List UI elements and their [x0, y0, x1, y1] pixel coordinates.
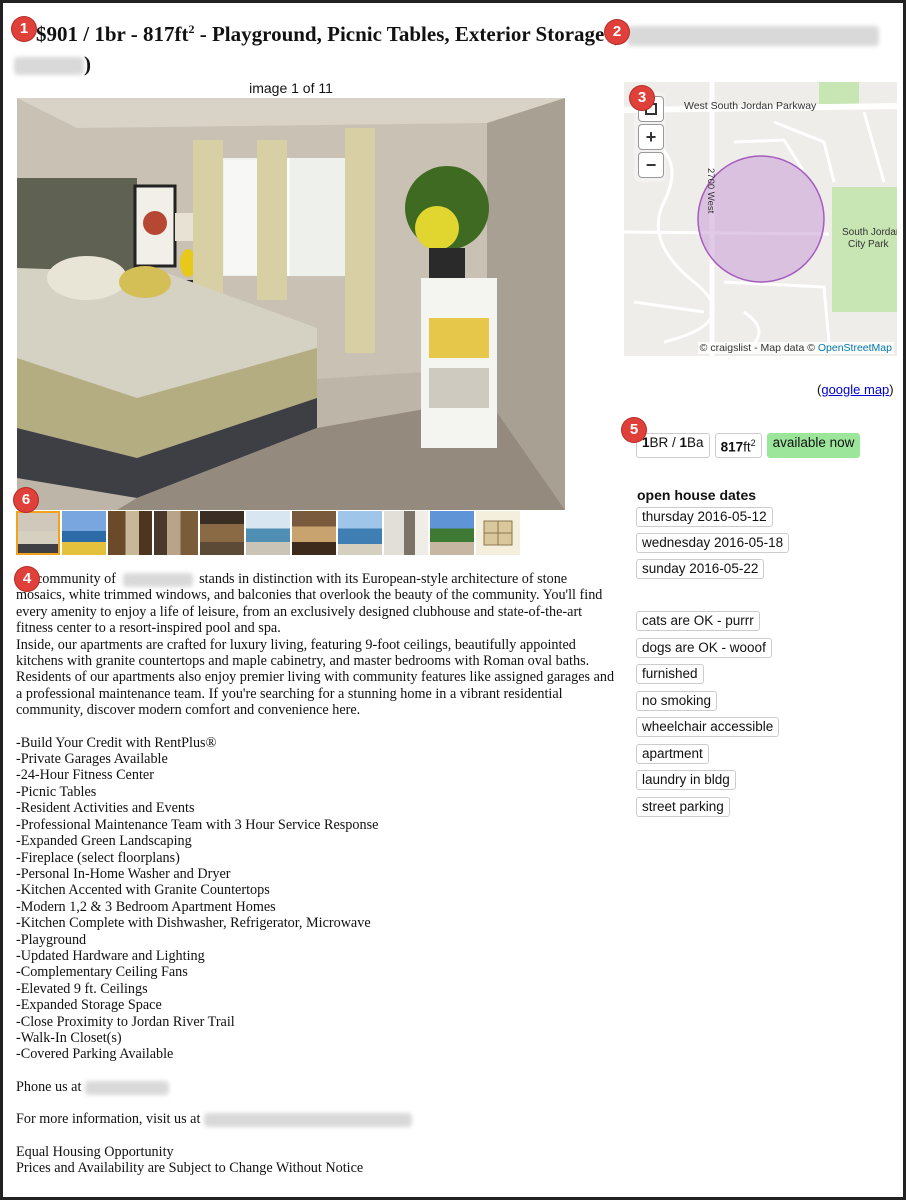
map-road-label: West South Jordan Parkway — [684, 100, 817, 112]
feature-item: -Expanded Green Landscaping — [16, 833, 192, 850]
zoom-in-button[interactable]: + — [638, 124, 664, 150]
thumbnail[interactable] — [246, 511, 290, 555]
thumbnail[interactable] — [108, 511, 152, 555]
title-text: Playground, Picnic Tables, Exterior Stor… — [211, 22, 605, 46]
posting-title: $901 / 1br - 817ft2 - Playground, Picnic… — [14, 14, 886, 79]
paren-close: ) — [889, 382, 894, 397]
map-attribution: © craigslist - Map data © OpenStreetMap — [697, 342, 894, 354]
title-size: 817ft — [142, 22, 189, 46]
feature-item: -Picnic Tables — [16, 783, 97, 800]
thumbnail-strip — [16, 511, 520, 556]
disclaimer: Prices and Availability are Subject to C… — [16, 1160, 364, 1176]
thumbnail[interactable] — [16, 511, 60, 555]
thumbnail[interactable] — [430, 511, 474, 555]
map-park-label-1: South Jordan — [842, 227, 897, 238]
redacted-location — [626, 26, 879, 47]
amenity-tag: no smoking — [636, 690, 718, 711]
feature-item: -Walk-In Closet(s) — [16, 1029, 122, 1046]
annotation-marker-6: 6 — [14, 488, 38, 512]
open-house-list: thursday 2016-05-12 wednesday 2016-05-18… — [636, 507, 790, 585]
amenity-tag: dogs are OK - wooof — [636, 637, 772, 658]
feature-item: -Build Your Credit with RentPlus® — [16, 734, 217, 751]
amenity-tag: cats are OK - purrr — [636, 611, 760, 631]
feature-item: -Fireplace (select floorplans) — [16, 849, 180, 866]
annotation-marker-1: 1 — [12, 17, 36, 41]
feature-item: -Close Proximity to Jordan River Trail — [16, 1013, 235, 1030]
description-paragraph: community of stands in distinction with … — [16, 571, 616, 637]
thumbnail[interactable] — [154, 511, 198, 555]
feature-item: -Kitchen Complete with Dishwasher, Refri… — [16, 915, 371, 932]
ba-count: 1 — [679, 435, 688, 450]
annotation-marker-4: 4 — [15, 567, 39, 591]
map-attribution-text: © craigslist - Map data © — [699, 342, 815, 354]
equal-housing: Equal Housing Opportunity — [16, 1143, 174, 1160]
sqft-value: 817 — [720, 439, 744, 455]
feature-item: -Playground — [16, 931, 87, 948]
feature-item: -Modern 1,2 & 3 Bedroom Apartment Homes — [16, 898, 276, 915]
description-paragraph-2: Inside, our apartments are crafted for l… — [16, 636, 615, 719]
more-info-line: For more information, visit us at — [16, 1111, 616, 1127]
amenity-tag: laundry in bldg — [636, 770, 736, 790]
map[interactable]: West South Jordan Parkway 2700 West Sout… — [624, 82, 897, 356]
redacted-location-cont — [14, 57, 84, 76]
amenity-list: cats are OK - purrr dogs are OK - wooof … — [636, 611, 780, 823]
posting-body: community of stands in distinction with … — [16, 571, 616, 1176]
desc-start: community of — [36, 571, 116, 587]
redacted-phone — [84, 1080, 169, 1095]
open-house-date: wednesday 2016-05-18 — [636, 533, 790, 553]
open-house-heading: open house dates — [637, 487, 757, 503]
image-counter: image 1 of 11 — [249, 80, 333, 96]
annotation-marker-2: 2 — [605, 20, 629, 44]
google-map-container: (google map) — [817, 382, 894, 397]
title-bedrooms: 1br — [94, 22, 126, 46]
amenity-tag: apartment — [636, 743, 709, 764]
feature-item: -Personal In-Home Washer and Dryer — [16, 865, 231, 882]
feature-item: -Expanded Storage Space — [16, 997, 162, 1014]
title-price: $901 — [36, 22, 78, 46]
availability-tag: available now — [766, 433, 861, 458]
br-unit: BR / — [649, 435, 680, 450]
annotation-marker-5: 5 — [622, 418, 646, 442]
feature-item: -Professional Maintenance Team with 3 Ho… — [16, 816, 379, 833]
sqft-tag: 817ft2 — [714, 433, 762, 458]
feature-item: -Kitchen Accented with Granite Counterto… — [16, 882, 270, 899]
feature-item: -Covered Parking Available — [16, 1046, 174, 1063]
phone-label: Phone us at — [16, 1078, 82, 1095]
thumbnail[interactable] — [338, 511, 382, 555]
main-photo[interactable] — [17, 98, 565, 510]
annotation-marker-3: 3 — [630, 86, 654, 110]
open-house-date: thursday 2016-05-12 — [636, 507, 773, 527]
openstreetmap-link[interactable]: OpenStreetMap — [818, 342, 892, 354]
phone-line: Phone us at — [16, 1079, 616, 1095]
sqft-unit: ft — [743, 439, 751, 455]
amenity-tag: wheelchair accessible — [636, 717, 780, 737]
br-ba-tag: 1BR / 1Ba — [636, 433, 710, 458]
amenity-tag: street parking — [636, 796, 730, 817]
redacted-community-name — [122, 572, 193, 587]
sqft-sup: 2 — [750, 438, 756, 448]
thumbnail[interactable] — [200, 511, 244, 555]
open-house-date: sunday 2016-05-22 — [636, 559, 765, 579]
google-map-link[interactable]: google map — [821, 382, 889, 397]
zoom-out-button[interactable]: − — [638, 152, 664, 178]
ba-unit: Ba — [687, 435, 704, 450]
attribute-group: 1BR / 1Ba 817ft2 available now — [636, 433, 861, 458]
feature-list: -Build Your Credit with RentPlus® -Priva… — [16, 735, 616, 1063]
feature-item: -Resident Activities and Events — [16, 800, 195, 817]
feature-item: -24-Hour Fitness Center — [16, 767, 154, 784]
map-park-label-2: City Park — [848, 239, 890, 250]
feature-item: -Private Garages Available — [16, 751, 168, 768]
feature-item: -Complementary Ceiling Fans — [16, 964, 188, 981]
map-street-label: 2700 West — [705, 168, 716, 214]
thumbnail[interactable] — [476, 511, 520, 555]
thumbnail[interactable] — [292, 511, 336, 555]
title-size-sup: 2 — [188, 22, 195, 36]
thumbnail[interactable] — [62, 511, 106, 555]
thumbnail[interactable] — [384, 511, 428, 555]
feature-item: -Elevated 9 ft. Ceilings — [16, 980, 148, 997]
more-info-label: For more information, visit us at — [16, 1111, 201, 1128]
feature-item: -Updated Hardware and Lighting — [16, 947, 205, 964]
amenity-tag: furnished — [636, 664, 704, 684]
redacted-url — [203, 1112, 412, 1127]
